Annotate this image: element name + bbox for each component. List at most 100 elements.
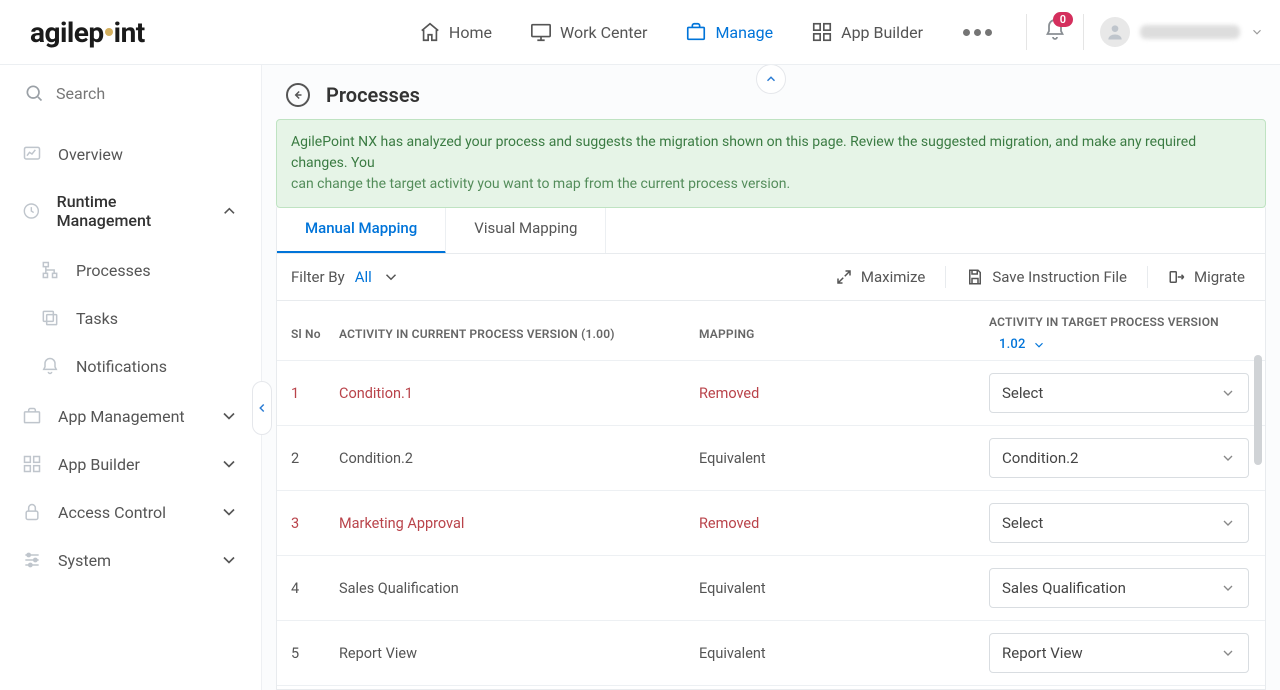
grid-icon [811, 21, 833, 43]
collapse-up-button[interactable] [756, 65, 786, 94]
home-icon [419, 21, 441, 43]
cell-target: Report View [989, 633, 1251, 673]
notification-badge: 0 [1053, 12, 1073, 27]
sidebar-item-label: App Builder [58, 455, 140, 474]
dot-icon [974, 29, 981, 36]
brand-text-b: int [114, 16, 145, 49]
back-button[interactable] [286, 83, 310, 107]
copy-icon [40, 308, 60, 328]
sidebar-item-overview[interactable]: Overview [0, 130, 261, 178]
cell-target: Sales Qualification [989, 568, 1251, 608]
maximize-button[interactable]: Maximize [829, 264, 931, 290]
chevron-down-icon [1250, 25, 1264, 39]
table-row: 5 Report View Equivalent Report View [277, 621, 1265, 686]
divider [945, 266, 946, 288]
table-row: 3 Marketing Approval Removed Select [277, 491, 1265, 556]
search-input[interactable]: Search [0, 65, 261, 122]
sidebar-item-runtime[interactable]: Runtime Management [0, 178, 261, 244]
bell-icon [40, 356, 60, 376]
dot-icon [963, 29, 970, 36]
nav-manage-label: Manage [715, 23, 773, 42]
sidebar-item-label: System [58, 551, 111, 570]
tab-visual-mapping[interactable]: Visual Mapping [446, 205, 606, 253]
target-activity-select[interactable]: Report View [989, 633, 1249, 673]
top-bar: agilepint Home Work Center Manage App Bu… [0, 0, 1280, 64]
target-activity-select[interactable]: Condition.2 [989, 438, 1249, 478]
user-menu[interactable] [1100, 17, 1264, 47]
sidebar-item-app-builder[interactable]: App Builder [0, 440, 261, 488]
select-value: Select [1002, 384, 1043, 402]
divider [1083, 14, 1084, 50]
tab-label: Visual Mapping [474, 219, 577, 237]
nav-app-builder[interactable]: App Builder [807, 15, 927, 49]
nav-work-center-label: Work Center [560, 23, 647, 42]
sidebar-item-processes[interactable]: Processes [0, 246, 261, 294]
chevron-down-icon [1032, 338, 1046, 352]
sidebar-item-label: Notifications [76, 357, 167, 376]
table-row: 1 Condition.1 Removed Select [277, 361, 1265, 426]
cell-activity: Report View [339, 645, 699, 662]
nav-more[interactable] [957, 23, 998, 42]
table-row: 2 Condition.2 Equivalent Condition.2 [277, 426, 1265, 491]
nav-manage[interactable]: Manage [681, 15, 777, 49]
save-instruction-button[interactable]: Save Instruction File [960, 264, 1133, 290]
sidebar-item-label: Tasks [76, 309, 118, 328]
sidebar-item-app-management[interactable]: App Management [0, 392, 261, 440]
sidebar-item-label: App Management [58, 407, 185, 426]
top-nav: Home Work Center Manage App Builder [415, 15, 998, 49]
sidebar-item-label: Access Control [58, 503, 166, 522]
target-version-select[interactable]: 1.02 [999, 337, 1046, 352]
mapping-tabs: Manual Mapping Visual Mapping [276, 204, 1266, 253]
banner-text-line1: AgilePoint NX has analyzed your process … [291, 134, 1196, 171]
chevron-down-icon [219, 454, 239, 474]
cell-activity: Condition.2 [339, 450, 699, 467]
chevron-down-icon [1220, 450, 1236, 466]
filter-value: All [355, 268, 372, 286]
nav-home[interactable]: Home [415, 15, 496, 49]
cell-slno: 3 [291, 515, 339, 532]
chevron-up-icon [220, 201, 239, 221]
briefcase-icon [685, 21, 707, 43]
col-header-activity: ACTIVITY IN CURRENT PROCESS VERSION (1.0… [339, 327, 699, 341]
nav-app-builder-label: App Builder [841, 23, 923, 42]
sidebar-item-notifications[interactable]: Notifications [0, 342, 261, 390]
brand-dot-icon [105, 28, 113, 36]
cell-target: Select [989, 373, 1251, 413]
chart-icon [22, 144, 42, 164]
cell-mapping: Equivalent [699, 450, 989, 467]
target-activity-select[interactable]: Select [989, 373, 1249, 413]
cell-target: Select [989, 503, 1251, 543]
col-header-slno: Sl No [291, 327, 339, 341]
chevron-down-icon [1220, 580, 1236, 596]
chevron-left-icon [255, 401, 269, 415]
target-activity-select[interactable]: Select [989, 503, 1249, 543]
grid-icon [22, 454, 42, 474]
sidebar-item-system[interactable]: System [0, 536, 261, 584]
tool-label: Maximize [861, 268, 925, 286]
scrollbar-thumb[interactable] [1254, 355, 1262, 465]
select-value: Sales Qualification [1002, 579, 1126, 597]
target-activity-select[interactable]: Sales Qualification [989, 568, 1249, 608]
notifications-button[interactable]: 0 [1043, 18, 1067, 46]
mapping-table: Sl No ACTIVITY IN CURRENT PROCESS VERSIO… [276, 301, 1266, 690]
tab-label: Manual Mapping [305, 219, 417, 237]
sidebar-item-label: Runtime Management [57, 192, 205, 230]
migrate-button[interactable]: Migrate [1162, 264, 1251, 290]
tab-manual-mapping[interactable]: Manual Mapping [277, 205, 446, 253]
cell-mapping: Removed [699, 385, 989, 402]
sidebar-item-access-control[interactable]: Access Control [0, 488, 261, 536]
sidebar-item-tasks[interactable]: Tasks [0, 294, 261, 342]
tool-label: Migrate [1194, 268, 1245, 286]
select-value: Report View [1002, 644, 1083, 662]
filter-by[interactable]: Filter By All [291, 268, 400, 286]
nav-work-center[interactable]: Work Center [526, 15, 651, 49]
table-row: 4 Sales Qualification Equivalent Sales Q… [277, 556, 1265, 621]
select-value: Condition.2 [1002, 449, 1079, 467]
nav-home-label: Home [449, 23, 492, 42]
scrollbar[interactable] [1253, 355, 1263, 683]
chevron-down-icon [1220, 385, 1236, 401]
brand-logo: agilepint [30, 16, 145, 49]
sidebar-collapse-button[interactable] [252, 381, 272, 435]
cell-activity: Marketing Approval [339, 515, 699, 532]
banner-text-line2: can change the target activity you want … [291, 176, 790, 192]
